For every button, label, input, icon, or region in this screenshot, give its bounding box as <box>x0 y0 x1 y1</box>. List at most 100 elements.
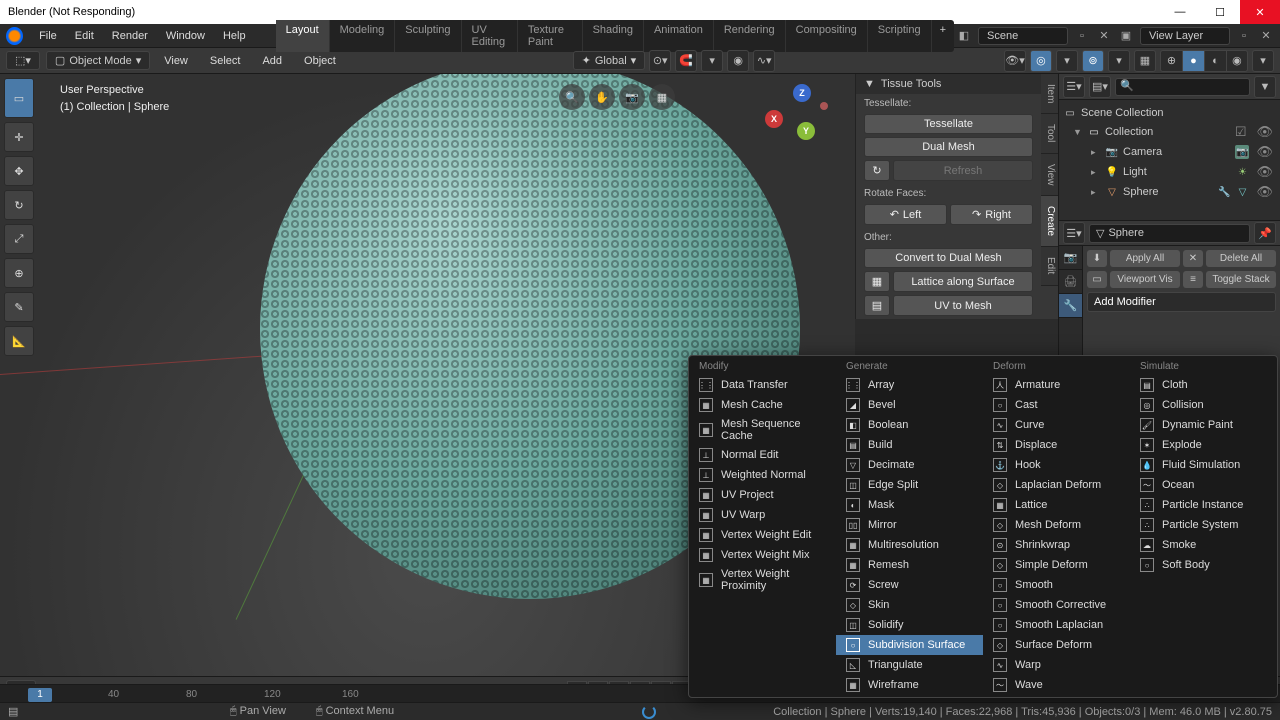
mod-curve[interactable]: ∿Curve <box>983 415 1130 435</box>
tool-select-box[interactable]: ▭ <box>4 78 34 118</box>
tool-annotate[interactable]: ✎ <box>4 292 34 322</box>
eye-icon[interactable]: 👁 <box>1253 124 1276 140</box>
outliner-type-dropdown[interactable]: ☰▾ <box>1063 76 1085 98</box>
workspace-tab-modeling[interactable]: Modeling <box>330 20 396 52</box>
n-tab-create[interactable]: Create <box>1041 196 1058 247</box>
shading-wireframe[interactable]: ⊕ <box>1160 50 1182 72</box>
disclosure-triangle-icon[interactable]: ▸ <box>1091 147 1101 158</box>
mod-shrinkwrap[interactable]: ⊙Shrinkwrap <box>983 535 1130 555</box>
editor-type-dropdown[interactable]: ⬚▾ <box>6 51 40 70</box>
mod-smooth-corrective[interactable]: ○Smooth Corrective <box>983 595 1130 615</box>
pivot-dropdown[interactable]: ⊙▾ <box>649 50 671 72</box>
rotate-right-button[interactable]: ↷Right <box>950 204 1033 225</box>
refresh-button[interactable]: Refresh <box>893 160 1033 181</box>
n-tab-item[interactable]: Item <box>1041 74 1058 114</box>
snap-dropdown[interactable]: ▾ <box>701 50 723 72</box>
eye-icon[interactable]: 👁 <box>1253 184 1276 200</box>
tessellate-button[interactable]: Tessellate <box>864 114 1033 134</box>
nav-camera-icon[interactable]: 📷 <box>619 84 645 110</box>
mod-surface-deform[interactable]: ◇Surface Deform <box>983 635 1130 655</box>
nav-pan-icon[interactable]: ✋ <box>589 84 615 110</box>
mod-smoke[interactable]: ☁Smoke <box>1130 535 1277 555</box>
mod-mesh-sequence-cache[interactable]: ▦Mesh Sequence Cache <box>689 415 836 445</box>
mod-laplacian-deform[interactable]: ◇Laplacian Deform <box>983 475 1130 495</box>
viewlayer-delete-icon[interactable]: ✕ <box>1258 28 1274 44</box>
menu-file[interactable]: File <box>31 27 65 45</box>
disclosure-triangle-icon[interactable]: ▸ <box>1091 167 1101 178</box>
add-modifier-dropdown[interactable]: Add Modifier <box>1087 292 1276 312</box>
mod-remesh[interactable]: ▦Remesh <box>836 555 983 575</box>
prop-tab-modifier[interactable]: 🔧 <box>1059 294 1082 318</box>
workspace-tab-animation[interactable]: Animation <box>644 20 714 52</box>
mod-cast[interactable]: ○Cast <box>983 395 1130 415</box>
disclosure-triangle-icon[interactable]: ▼ <box>1073 127 1083 137</box>
mod-bevel[interactable]: ◢Bevel <box>836 395 983 415</box>
window-minimize-button[interactable]: — <box>1160 0 1200 24</box>
header-menu-object[interactable]: Object <box>296 52 344 70</box>
mod-build[interactable]: ▤Build <box>836 435 983 455</box>
n-tab-tool[interactable]: Tool <box>1041 114 1058 153</box>
refresh-icon-button[interactable]: ↻ <box>864 160 890 181</box>
scene-delete-icon[interactable]: ✕ <box>1096 28 1112 44</box>
mod-boolean[interactable]: ◧Boolean <box>836 415 983 435</box>
pin-icon[interactable]: 📌 <box>1254 222 1276 244</box>
toggle-stack-button[interactable]: Toggle Stack <box>1206 271 1276 288</box>
delete-icon[interactable]: ✕ <box>1183 250 1203 267</box>
mod-mask[interactable]: ◐Mask <box>836 495 983 515</box>
shading-lookdev[interactable]: ◐ <box>1204 50 1226 72</box>
tool-scale[interactable]: ⤢ <box>4 224 34 254</box>
camera-data-icon[interactable]: 📷 <box>1235 145 1249 159</box>
status-editor-icon[interactable]: ▤ <box>8 705 18 718</box>
mod-uv-warp[interactable]: ▦UV Warp <box>689 505 836 525</box>
overlay-toggle[interactable]: ⊚ <box>1082 50 1104 72</box>
prop-tab-render[interactable]: 📷 <box>1059 246 1082 270</box>
workspace-tab-scripting[interactable]: Scripting <box>868 20 932 52</box>
gizmo-axis-z[interactable]: Z <box>793 84 811 102</box>
checkbox-icon[interactable]: ☑ <box>1232 124 1250 140</box>
workspace-add-button[interactable]: + <box>932 20 954 52</box>
mod-displace[interactable]: ⇅Displace <box>983 435 1130 455</box>
workspace-tab-compositing[interactable]: Compositing <box>786 20 868 52</box>
tool-rotate[interactable]: ↻ <box>4 190 34 220</box>
mod-soft-body[interactable]: ○Soft Body <box>1130 555 1277 575</box>
properties-breadcrumb[interactable]: ▽ Sphere <box>1089 224 1250 243</box>
lattice-icon-button[interactable]: ▦ <box>864 271 890 292</box>
workspace-tab-texpaint[interactable]: Texture Paint <box>518 20 583 52</box>
viewlayer-field[interactable]: View Layer <box>1140 27 1230 45</box>
mod-array[interactable]: ⋮⋮Array <box>836 375 983 395</box>
tool-cursor[interactable]: ✛ <box>4 122 34 152</box>
outliner-display-dropdown[interactable]: ▤▾ <box>1089 76 1111 98</box>
gizmo-dropdown[interactable]: ▾ <box>1056 50 1078 72</box>
visibility-icon[interactable]: ▭ <box>1087 271 1107 288</box>
gizmo-neg-axis[interactable] <box>820 102 828 110</box>
light-data-icon[interactable]: ☀ <box>1235 165 1249 179</box>
mod-hook[interactable]: ⚓Hook <box>983 455 1130 475</box>
header-menu-add[interactable]: Add <box>254 52 290 70</box>
nav-perspective-icon[interactable]: ▦ <box>649 84 675 110</box>
viewlayer-new-icon[interactable]: ▫ <box>1236 28 1252 44</box>
lattice-surface-button[interactable]: Lattice along Surface <box>893 271 1033 292</box>
outliner-filter-button[interactable]: ▼ <box>1254 76 1276 98</box>
dual-mesh-button[interactable]: Dual Mesh <box>864 137 1033 157</box>
tissue-panel-header[interactable]: ▼ Tissue Tools <box>856 74 1041 94</box>
scene-new-icon[interactable]: ▫ <box>1074 28 1090 44</box>
mod-edge-split[interactable]: ◫Edge Split <box>836 475 983 495</box>
outliner-scene-collection[interactable]: ▭ Scene Collection <box>1059 104 1280 122</box>
rotate-left-button[interactable]: ↶Left <box>864 204 947 225</box>
mod-smooth-laplacian[interactable]: ○Smooth Laplacian <box>983 615 1130 635</box>
uv-to-mesh-button[interactable]: UV to Mesh <box>893 295 1033 316</box>
delete-all-button[interactable]: Delete All <box>1206 250 1276 267</box>
orientation-dropdown[interactable]: ✦Global▾ <box>573 51 646 70</box>
shading-options-dropdown[interactable]: ▾ <box>1252 50 1274 72</box>
mod-vertex-weight-proximity[interactable]: ▦Vertex Weight Proximity <box>689 565 836 595</box>
mod-subdivision-surface[interactable]: ○Subdivision Surface <box>836 635 983 655</box>
apply-all-button[interactable]: Apply All <box>1110 250 1180 267</box>
mod-data-transfer[interactable]: ⋮⋮Data Transfer <box>689 375 836 395</box>
mod-wireframe[interactable]: ▦Wireframe <box>836 675 983 695</box>
scene-field[interactable]: Scene <box>978 27 1068 45</box>
n-tab-view[interactable]: View <box>1041 154 1058 197</box>
gizmo-axis-y[interactable]: Y <box>797 122 815 140</box>
mod-mesh-cache[interactable]: ▦Mesh Cache <box>689 395 836 415</box>
mod-weighted-normal[interactable]: ⊥Weighted Normal <box>689 465 836 485</box>
workspace-tab-shading[interactable]: Shading <box>583 20 644 52</box>
